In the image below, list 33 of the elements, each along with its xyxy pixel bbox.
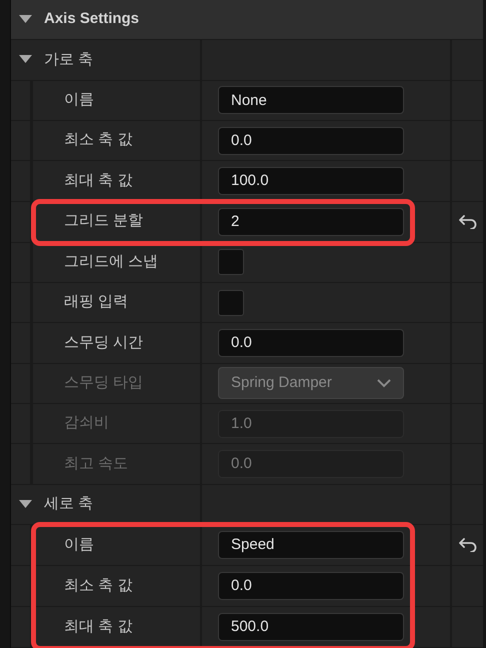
property-label: 최대 축 값 (64, 616, 132, 637)
value-field[interactable]: Speed (218, 530, 404, 559)
value-field[interactable]: 2 (218, 208, 404, 236)
checkbox[interactable] (218, 249, 244, 276)
section-header[interactable]: Axis Settings (11, 0, 483, 40)
value-field[interactable]: 0.0 (218, 126, 404, 155)
property-label: 최고 속도 (64, 454, 128, 474)
checkbox[interactable] (218, 290, 244, 316)
collapse-triangle-icon[interactable] (19, 15, 32, 24)
chevron-down-icon (377, 378, 391, 388)
reset-arrow-icon[interactable] (458, 538, 476, 552)
property-label: 스무딩 시간 (64, 332, 144, 353)
group-label: 세로 축 (44, 494, 94, 514)
property-label: 최소 축 값 (64, 130, 132, 150)
property-label: 스무딩 타입 (64, 373, 144, 394)
value-field[interactable]: 100.0 (218, 166, 404, 195)
property-label: 그리드 분할 (64, 211, 144, 232)
property-label: 이름 (64, 90, 94, 110)
collapse-triangle-icon[interactable] (19, 500, 32, 509)
section-title: Axis Settings (44, 9, 140, 30)
value-field[interactable]: 0.0 (218, 328, 404, 357)
value-field[interactable]: 500.0 (218, 612, 404, 641)
property-label: 최소 축 값 (64, 576, 132, 596)
property-label: 감쇠비 (64, 413, 109, 434)
property-label: 래핑 입력 (64, 292, 128, 312)
value-field[interactable]: 0.0 (218, 572, 404, 600)
property-label: 그리드에 스냅 (64, 252, 158, 272)
property-label: 이름 (64, 534, 94, 555)
value-field[interactable]: None (218, 86, 404, 114)
property-label: 최대 축 값 (64, 170, 132, 191)
group-label: 가로 축 (44, 50, 94, 70)
reset-arrow-icon[interactable] (458, 214, 476, 229)
collapse-triangle-icon[interactable] (19, 55, 32, 64)
